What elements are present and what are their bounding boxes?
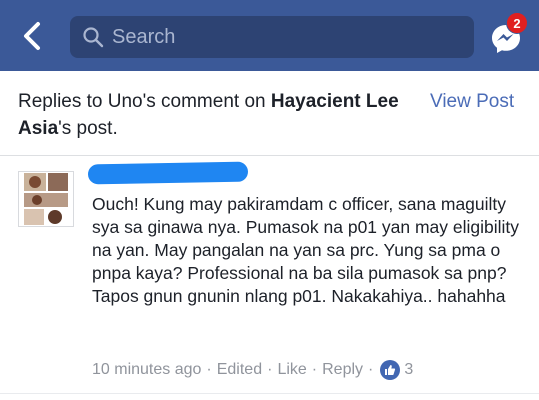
view-post-link[interactable]: View Post: [430, 88, 514, 115]
context-description: Replies to Uno's comment on Hayacient Le…: [18, 88, 408, 142]
reaction-count[interactable]: 3: [404, 361, 413, 379]
profile-photo-collage: [24, 173, 68, 225]
redaction-mark: [87, 161, 249, 185]
comment-timestamp[interactable]: 10 minutes ago: [92, 361, 201, 379]
separator-dot: ·: [368, 361, 374, 378]
chevron-left-icon: [24, 22, 40, 50]
separator-dot: ·: [311, 361, 318, 378]
context-suffix: 's post.: [58, 118, 118, 139]
top-navigation-bar: 2: [0, 0, 539, 71]
search-bar[interactable]: [70, 16, 474, 58]
edited-label[interactable]: Edited: [217, 361, 262, 379]
comment-text: Ouch! Kung may pakiramdam c officer, san…: [92, 194, 520, 306]
reply-button[interactable]: Reply: [322, 361, 363, 379]
back-button[interactable]: [14, 18, 50, 54]
search-icon: [82, 26, 104, 48]
comment-actions: 10 minutes ago · Edited · Like · Reply ·…: [92, 358, 413, 382]
notification-badge: 2: [506, 12, 528, 34]
search-input[interactable]: [112, 25, 452, 49]
like-reaction-icon[interactable]: [380, 360, 401, 380]
replies-context-header: Replies to Uno's comment on Hayacient Le…: [0, 71, 539, 156]
separator-dot: ·: [206, 361, 212, 378]
context-prefix: Replies to Uno's comment on: [18, 91, 271, 112]
avatar[interactable]: [18, 171, 74, 227]
like-button[interactable]: Like: [277, 361, 306, 379]
divider: [0, 393, 539, 394]
separator-dot: ·: [267, 361, 273, 378]
